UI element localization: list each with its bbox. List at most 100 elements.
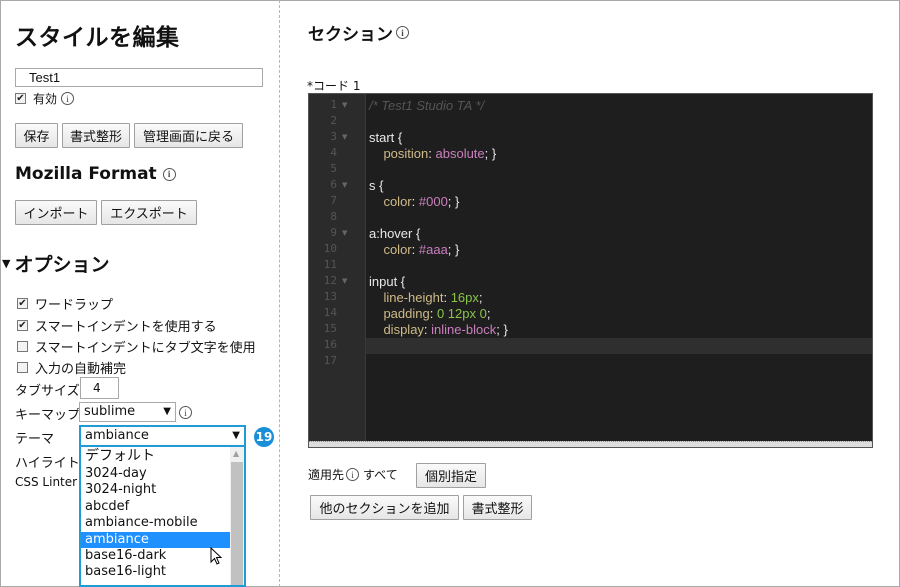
- info-icon[interactable]: i: [162, 167, 176, 181]
- line-number: 7: [330, 194, 337, 207]
- enabled-checkbox[interactable]: ✔: [15, 93, 26, 104]
- tab-size-label: タブサイズ: [15, 384, 80, 399]
- code-value: 0 12px 0: [436, 306, 487, 321]
- checkbox-checked-icon[interactable]: ✔: [17, 298, 28, 309]
- code-property: color: [383, 194, 412, 209]
- keymap-label: キーマップ: [15, 408, 81, 423]
- theme-options: デフォルト 3024-day 3024-night abcdef ambianc…: [81, 447, 231, 581]
- theme-option[interactable]: ambiance-mobile: [81, 515, 231, 531]
- individual-specify-button[interactable]: 個別指定: [416, 463, 486, 488]
- fold-arrow-icon[interactable]: ▼: [342, 133, 347, 141]
- code-value: 16px: [450, 290, 479, 305]
- code-line[interactable]: color: #000; }: [369, 194, 459, 209]
- theme-select[interactable]: ambiance ▼: [79, 425, 246, 447]
- fold-arrow-icon[interactable]: ▼: [342, 229, 347, 237]
- theme-option[interactable]: abcdef: [81, 499, 231, 515]
- code-line[interactable]: s {: [369, 178, 383, 193]
- code-property: display: [383, 322, 424, 337]
- add-section-button[interactable]: 他のセクションを追加: [310, 495, 459, 520]
- options-heading[interactable]: ▼ オプション: [2, 250, 109, 277]
- checkbox-unchecked-icon[interactable]: [17, 362, 28, 373]
- style-name-input[interactable]: Test1: [15, 68, 263, 87]
- back-to-manager-button[interactable]: 管理画面に戻る: [134, 123, 243, 148]
- apply-to-label: 適用先: [308, 468, 345, 482]
- code-line[interactable]: input {: [369, 274, 405, 289]
- line-number: 3: [330, 130, 337, 143]
- enabled-label: 有効: [33, 92, 58, 106]
- option-label: ワードラップ: [35, 298, 114, 313]
- fold-arrow-icon[interactable]: ▼: [342, 101, 347, 109]
- code-property: color: [383, 242, 412, 257]
- keymap-value: sublime: [84, 404, 136, 419]
- code-label: *コード 1: [307, 79, 361, 93]
- line-number: 16: [323, 338, 337, 351]
- line-number: 10: [323, 242, 337, 255]
- code-line[interactable]: position: absolute; }: [369, 146, 496, 161]
- code-brace: }: [503, 322, 508, 337]
- line-number: 14: [323, 306, 337, 319]
- line-number: 8: [330, 210, 337, 223]
- mozilla-format-heading: Mozilla Format i: [15, 164, 176, 184]
- export-button[interactable]: エクスポート: [101, 200, 197, 225]
- theme-label: テーマ: [15, 432, 55, 447]
- section-heading: セクション i: [308, 20, 409, 45]
- code-property: padding: [383, 306, 430, 321]
- theme-option-selected[interactable]: ambiance: [81, 531, 231, 548]
- dropdown-arrow-icon: ▼: [163, 406, 171, 417]
- checkbox-unchecked-icon[interactable]: [17, 341, 28, 352]
- code-selector: input {: [369, 274, 406, 289]
- option-label: スマートインデントにタブ文字を使用: [35, 341, 256, 356]
- code-line[interactable]: /* Test1 Studio TA */: [369, 98, 484, 113]
- code-editor[interactable]: 1 ▼ 2 3 ▼ 4 5 6 ▼ 7 8 9 ▼ 10 11 12 ▼ 13 14 15 16 17 /* Test1 …: [308, 93, 873, 448]
- code-brace: }: [455, 242, 460, 257]
- page-title: スタイルを編集: [15, 25, 180, 51]
- options-title: オプション: [14, 254, 110, 276]
- code-line[interactable]: start {: [369, 130, 402, 145]
- code-selector: a:hover {: [369, 226, 421, 241]
- save-button[interactable]: 保存: [15, 123, 58, 148]
- theme-value: ambiance: [85, 428, 149, 443]
- editor-horizontal-scrollbar[interactable]: [309, 441, 872, 447]
- fold-arrow-icon[interactable]: ▼: [342, 277, 347, 285]
- option-label: 入力の自動補完: [35, 362, 127, 377]
- theme-option[interactable]: base16-light: [81, 564, 231, 580]
- line-number-gutter: 1 ▼ 2 3 ▼ 4 5 6 ▼ 7 8 9 ▼ 10 11 12 ▼ 13 14 15 16 17: [309, 94, 366, 447]
- import-button[interactable]: インポート: [15, 200, 97, 225]
- sidebar: スタイルを編集 Test1 ✔ 有効 i 保存 書式整形 管理画面に戻る Moz…: [0, 0, 280, 587]
- mouse-cursor-icon: [210, 547, 223, 565]
- dropdown-scrollbar[interactable]: ▲: [230, 447, 244, 585]
- format-button[interactable]: 書式整形: [62, 123, 130, 148]
- theme-option[interactable]: base16-dark: [81, 548, 231, 564]
- line-number: 13: [323, 290, 337, 303]
- fold-arrow-icon[interactable]: ▼: [342, 181, 347, 189]
- info-icon[interactable]: i: [346, 468, 360, 481]
- option-smart-indent[interactable]: ✔ スマートインデントを使用する: [17, 316, 217, 335]
- code-selector: start {: [369, 130, 403, 145]
- option-word-wrap[interactable]: ✔ ワードラップ: [17, 294, 113, 313]
- theme-option[interactable]: 3024-night: [81, 482, 231, 498]
- format-code-button[interactable]: 書式整形: [463, 495, 532, 520]
- theme-option[interactable]: デフォルト: [81, 447, 231, 466]
- code-line[interactable]: display: inline-block; }: [369, 322, 508, 337]
- info-icon[interactable]: i: [179, 406, 192, 419]
- code-line[interactable]: padding: 0 12px 0;: [369, 306, 490, 321]
- section-title: セクション: [308, 25, 393, 45]
- keymap-select[interactable]: sublime ▼: [79, 402, 176, 422]
- option-indent-with-tabs[interactable]: スマートインデントにタブ文字を使用: [17, 337, 256, 356]
- theme-option[interactable]: 3024-day: [81, 466, 231, 482]
- scroll-up-arrow-icon[interactable]: ▲: [233, 449, 239, 458]
- option-autocomplete[interactable]: 入力の自動補完: [17, 358, 126, 377]
- checkbox-checked-icon[interactable]: ✔: [17, 320, 28, 331]
- info-icon[interactable]: i: [396, 26, 409, 39]
- tab-size-input[interactable]: 4: [80, 377, 119, 399]
- info-icon[interactable]: i: [61, 92, 75, 105]
- code-value: #aaa: [418, 242, 448, 257]
- scrollbar-thumb[interactable]: [231, 462, 243, 585]
- code-line[interactable]: color: #aaa; }: [369, 242, 459, 257]
- code-property: position: [383, 146, 429, 161]
- line-number: 9: [330, 226, 337, 239]
- dropdown-arrow-icon: ▼: [232, 430, 240, 441]
- code-line[interactable]: a:hover {: [369, 226, 420, 241]
- code-line[interactable]: line-height: 16px;: [369, 290, 482, 305]
- line-number: 1: [330, 98, 337, 111]
